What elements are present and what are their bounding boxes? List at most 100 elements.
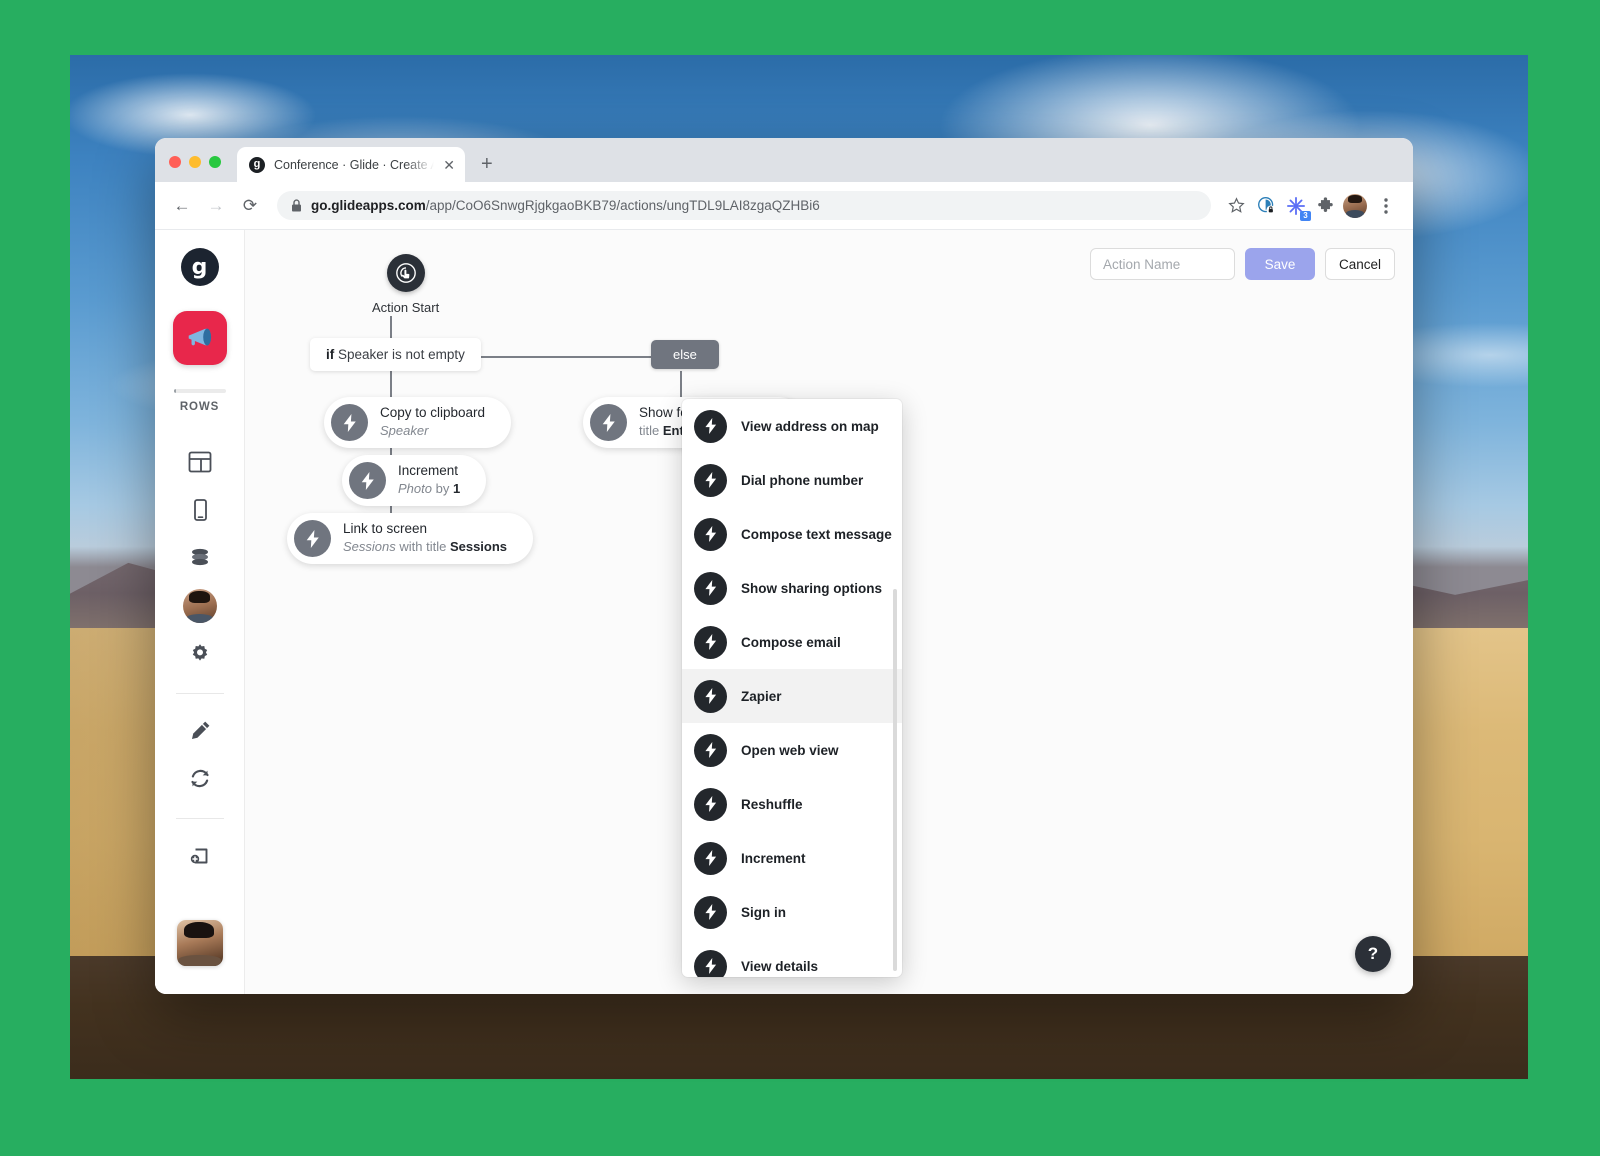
editor-topbar: Save Cancel bbox=[1090, 248, 1395, 280]
rows-progress-bar bbox=[173, 389, 226, 393]
action-node-text: Increment Photo by 1 bbox=[398, 463, 460, 497]
sidebar-item-add-screen[interactable] bbox=[177, 833, 223, 879]
action-name-input[interactable] bbox=[1090, 248, 1235, 280]
profile-avatar-icon[interactable] bbox=[1343, 193, 1367, 218]
sidebar-item-settings[interactable] bbox=[177, 631, 223, 677]
condition-keyword: if bbox=[326, 347, 335, 362]
dropdown-item[interactable]: Compose text message bbox=[682, 507, 902, 561]
sidebar-item-layout[interactable] bbox=[177, 439, 223, 485]
action-node-copy-to-clipboard[interactable]: Copy to clipboard Speaker bbox=[324, 397, 512, 448]
action-node-subtitle: Photo by 1 bbox=[398, 481, 461, 497]
browser-menu-icon[interactable] bbox=[1371, 191, 1401, 221]
dropdown-item[interactable]: View details bbox=[682, 939, 902, 977]
megaphone-icon bbox=[188, 328, 211, 346]
dropdown-item[interactable]: Sign in bbox=[682, 885, 902, 939]
dropdown-item-label: Sign in bbox=[741, 904, 786, 920]
dropdown-item-label: Compose email bbox=[741, 634, 841, 650]
extension-sparkle-icon[interactable]: 3 bbox=[1283, 193, 1311, 221]
url-text: go.glideapps.com/app/CoO6SnwgRjgkgaoBKB7… bbox=[311, 198, 820, 213]
dropdown-item[interactable]: Show sharing options bbox=[682, 561, 902, 615]
refresh-sync-icon bbox=[190, 769, 209, 788]
condition-node[interactable]: if Speaker is not empty bbox=[310, 338, 481, 371]
sidebar-item-sync[interactable] bbox=[177, 756, 223, 802]
account-avatar-icon[interactable] bbox=[176, 920, 223, 966]
sidebar-item-edit[interactable] bbox=[177, 708, 223, 754]
dropdown-item-label: Compose text message bbox=[741, 526, 892, 542]
action-node-increment[interactable]: Increment Photo by 1 bbox=[342, 455, 487, 506]
action-type-dropdown[interactable]: View address on map Dial phone number Comp… bbox=[682, 399, 902, 977]
maximize-window-button[interactable] bbox=[209, 156, 221, 168]
action-node-link-to-screen[interactable]: Link to screen Sessions with title Sessi… bbox=[287, 513, 534, 564]
dropdown-item-label: View details bbox=[741, 958, 819, 974]
lock-icon bbox=[292, 199, 301, 212]
dropdown-item[interactable]: Reshuffle bbox=[682, 777, 902, 831]
lightning-bolt-icon bbox=[694, 733, 727, 767]
action-node-text: Copy to clipboard Speaker bbox=[380, 405, 485, 439]
bookmark-star-icon[interactable] bbox=[1223, 193, 1249, 219]
action-start-label: Action Start bbox=[372, 300, 440, 315]
connector-else-to-showform bbox=[680, 371, 682, 397]
dropdown-item[interactable]: Dial phone number bbox=[682, 453, 902, 507]
address-bar[interactable]: go.glideapps.com/app/CoO6SnwgRjgkgaoBKB7… bbox=[277, 191, 1211, 220]
puzzle-extensions-icon[interactable] bbox=[1313, 193, 1339, 219]
close-icon[interactable]: ✕ bbox=[443, 158, 455, 172]
lightning-bolt-icon bbox=[694, 787, 727, 821]
dropdown-list[interactable]: View address on map Dial phone number Comp… bbox=[682, 399, 902, 977]
glide-logo-icon[interactable]: g bbox=[180, 248, 219, 286]
help-button[interactable]: ? bbox=[1355, 936, 1391, 972]
privacy-badger-icon[interactable] bbox=[1253, 193, 1279, 219]
close-window-button[interactable] bbox=[169, 156, 181, 168]
connector-condition-to-copy bbox=[390, 371, 392, 397]
save-button[interactable]: Save bbox=[1245, 248, 1315, 280]
action-node-subtitle: Sessions with title Sessions bbox=[343, 539, 508, 555]
device-preview-icon bbox=[193, 499, 207, 521]
settings-gear-icon bbox=[192, 644, 207, 661]
url-domain: go.glideapps.com bbox=[311, 198, 426, 213]
app-body: g ROWS Action Name Save Cancel Action St… bbox=[155, 230, 1413, 994]
lightning-bolt-icon bbox=[694, 571, 727, 605]
cancel-button[interactable]: Cancel bbox=[1325, 248, 1395, 280]
dropdown-item[interactable]: Open web view bbox=[682, 723, 902, 777]
else-branch-badge[interactable]: else bbox=[651, 340, 719, 369]
new-tab-button[interactable]: + bbox=[481, 154, 493, 174]
sidebar-divider bbox=[175, 693, 224, 694]
url-path: /app/CoO6SnwgRjgkgaoBKB79/actions/ungTDL… bbox=[425, 198, 820, 213]
dropdown-item[interactable]: View address on map bbox=[682, 399, 902, 453]
action-start-node[interactable]: Action Start bbox=[372, 254, 439, 315]
dropdown-item[interactable]: Compose email bbox=[682, 615, 902, 669]
tap-trigger-icon bbox=[386, 254, 425, 292]
dropdown-item-label: Zapier bbox=[741, 688, 782, 704]
sidebar-nav bbox=[175, 439, 224, 881]
dropdown-item-label: Open web view bbox=[741, 742, 839, 758]
back-icon[interactable]: ← bbox=[167, 191, 197, 221]
app-icon-megaphone[interactable] bbox=[172, 311, 227, 365]
reload-icon[interactable]: ⟳ bbox=[235, 191, 265, 221]
sidebar-divider-2 bbox=[175, 818, 224, 819]
dropdown-item[interactable]: Increment bbox=[682, 831, 902, 885]
action-node-subtitle: Speaker bbox=[380, 423, 429, 439]
action-editor-canvas: Save Cancel bbox=[245, 230, 1413, 994]
dropdown-scrollbar-thumb[interactable] bbox=[893, 589, 897, 971]
pencil-edit-icon bbox=[191, 721, 209, 739]
sidebar-item-device[interactable] bbox=[177, 487, 223, 533]
lightning-bolt-icon bbox=[694, 409, 727, 443]
sidebar-item-data[interactable] bbox=[177, 535, 223, 581]
dropdown-item[interactable]: Zapier bbox=[682, 669, 902, 723]
action-node-title: Increment bbox=[398, 463, 459, 479]
connector-condition-to-else bbox=[473, 356, 680, 358]
lightning-bolt-icon bbox=[694, 625, 727, 659]
browser-tab[interactable]: g Conference · Glide · Create App ✕ bbox=[237, 147, 465, 182]
dropdown-item-label: Increment bbox=[741, 850, 806, 866]
lightning-bolt-icon bbox=[349, 462, 386, 499]
lightning-bolt-icon bbox=[590, 404, 627, 441]
lightning-bolt-icon bbox=[694, 517, 727, 551]
minimize-window-button[interactable] bbox=[189, 156, 201, 168]
user-avatar-icon bbox=[182, 589, 217, 623]
lightning-bolt-icon bbox=[694, 679, 727, 713]
sidebar-item-users[interactable] bbox=[177, 583, 223, 629]
dropdown-item-label: Dial phone number bbox=[741, 472, 864, 488]
forward-icon[interactable]: → bbox=[201, 191, 231, 221]
lightning-bolt-icon bbox=[694, 949, 727, 977]
extension-badge-count: 3 bbox=[1300, 210, 1311, 221]
rows-usage: ROWS bbox=[173, 389, 226, 413]
